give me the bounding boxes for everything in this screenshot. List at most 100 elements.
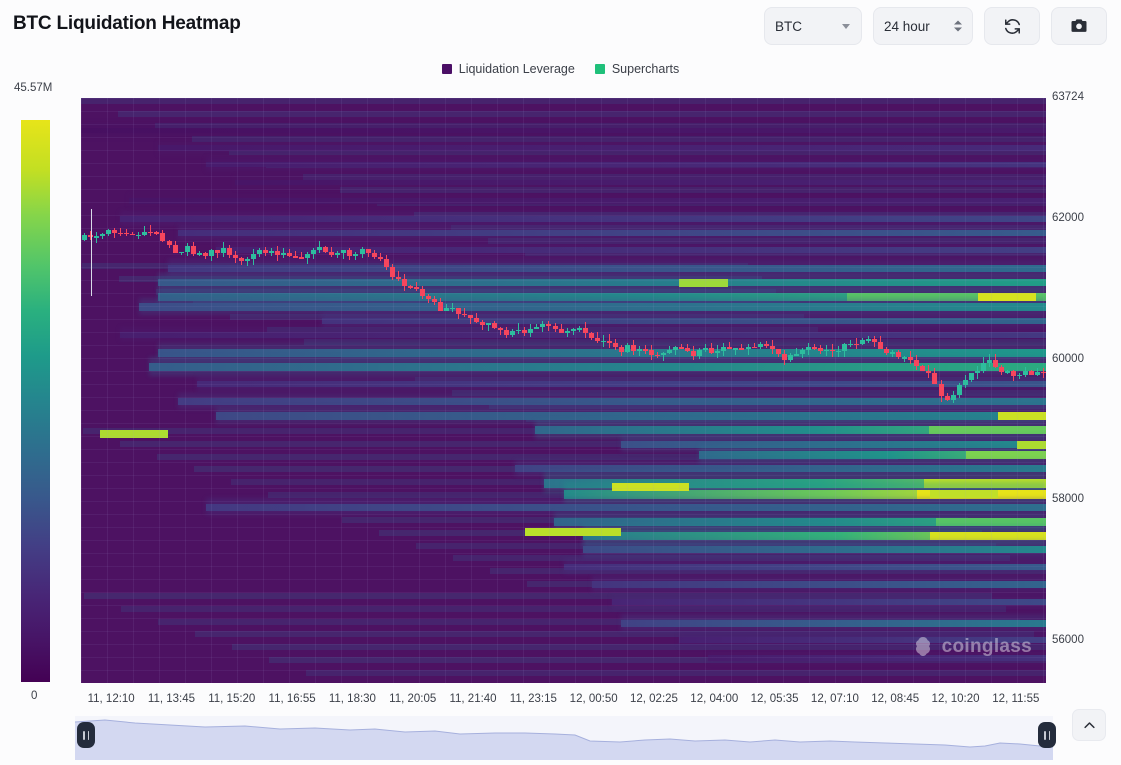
candle-body	[281, 253, 287, 255]
x-axis-tick-label: 11, 16:55	[268, 693, 316, 705]
candle-body	[582, 328, 588, 333]
candle-body	[516, 329, 522, 332]
candle-body	[166, 241, 172, 246]
range-area-path	[75, 719, 1053, 760]
candle-body	[564, 331, 570, 333]
candle-body	[437, 301, 443, 311]
stepper-icon[interactable]	[954, 20, 962, 32]
scroll-to-top-button[interactable]	[1072, 709, 1106, 741]
candle-body	[600, 340, 606, 343]
candle-body	[540, 323, 546, 327]
candle-wick	[518, 323, 520, 334]
candle-body	[805, 347, 811, 350]
candle-body	[968, 373, 974, 381]
candle-body	[184, 246, 190, 252]
candle-body	[630, 345, 636, 351]
candle-body	[661, 353, 667, 355]
candle-body	[353, 254, 359, 256]
legend-item-liquidation-leverage[interactable]: Liquidation Leverage	[441, 62, 575, 76]
candle-body	[962, 380, 968, 386]
chevron-down-icon[interactable]	[954, 27, 962, 32]
candle-body	[124, 232, 130, 235]
timeframe-select[interactable]: 24 hour	[873, 7, 973, 45]
candle-body	[829, 349, 835, 352]
page-title: BTC Liquidation Heatmap	[13, 13, 241, 34]
y-axis-tick-label: 63724	[1052, 91, 1084, 103]
candle-body	[118, 232, 124, 235]
candle-body	[1016, 374, 1022, 377]
candle-body	[799, 349, 805, 355]
candlestick	[89, 98, 95, 683]
symbol-select[interactable]: BTC	[764, 7, 862, 45]
range-handle-left[interactable]	[77, 722, 95, 748]
candle-body	[781, 353, 787, 360]
candle-body	[721, 347, 727, 351]
grip-line-icon	[83, 730, 85, 740]
candle-body	[872, 339, 878, 342]
candle-body	[401, 278, 407, 287]
candle-body	[1022, 371, 1028, 375]
candle-body	[359, 248, 365, 254]
candle-body	[456, 307, 462, 314]
candle-body	[612, 342, 618, 347]
candle-body	[389, 266, 395, 277]
legend-swatch-icon	[441, 64, 452, 74]
candle-body	[160, 233, 166, 242]
legend-item-supercharts[interactable]: Supercharts	[594, 62, 680, 76]
candle-body	[715, 350, 721, 353]
x-axis-tick-label: 11, 13:45	[147, 693, 196, 705]
candle-body	[751, 346, 757, 349]
candle-body	[1010, 371, 1016, 376]
screenshot-button[interactable]	[1051, 7, 1107, 45]
candle-body	[335, 253, 341, 255]
candle-body	[914, 359, 920, 366]
candle-body	[878, 341, 884, 349]
refresh-button[interactable]	[984, 7, 1040, 45]
range-slider[interactable]	[75, 716, 1056, 760]
heatmap-plot[interactable]: coinglass	[81, 98, 1046, 683]
candle-body	[504, 329, 510, 335]
legend-label: Liquidation Leverage	[458, 62, 575, 76]
refresh-icon	[1004, 18, 1020, 34]
y-axis-tick-label: 60000	[1052, 352, 1084, 365]
candle-body	[317, 246, 323, 251]
candle-body	[649, 349, 655, 355]
candle-body	[196, 253, 202, 255]
legend-label: Supercharts	[611, 62, 680, 76]
chevron-down-icon	[842, 24, 850, 29]
candle-body	[823, 349, 829, 352]
candle-body	[425, 295, 431, 300]
x-axis-tick-label: 12, 08:45	[871, 693, 920, 705]
candle-wick	[638, 346, 640, 356]
candle-body	[142, 231, 148, 235]
candle-body	[443, 308, 449, 311]
candle-body	[811, 347, 817, 349]
candle-wick	[91, 208, 92, 297]
chevron-up-icon	[1083, 721, 1095, 728]
candle-body	[256, 250, 262, 255]
candle-body	[763, 343, 769, 347]
chevron-up-icon[interactable]	[954, 20, 962, 25]
candle-body	[908, 357, 914, 360]
candle-body	[226, 248, 232, 256]
x-axis-tick-label: 12, 02:25	[629, 693, 678, 705]
symbol-select-value: BTC	[775, 18, 802, 34]
candle-body	[82, 235, 88, 241]
candle-body	[323, 246, 329, 252]
candle-body	[275, 250, 281, 255]
candle-body	[329, 251, 335, 255]
candle-body	[606, 340, 612, 343]
candle-body	[944, 395, 950, 401]
candle-body	[522, 329, 528, 333]
candle-body	[932, 372, 938, 385]
candle-body	[202, 253, 208, 257]
candle-body	[956, 385, 962, 396]
candle-body	[727, 347, 733, 350]
candle-body	[365, 248, 371, 253]
candle-body	[1004, 371, 1010, 373]
candle-body	[890, 352, 896, 354]
candle-body	[462, 313, 468, 316]
candle-body	[817, 348, 823, 352]
timeframe-select-value: 24 hour	[884, 18, 930, 34]
range-handle-right[interactable]	[1038, 722, 1056, 748]
